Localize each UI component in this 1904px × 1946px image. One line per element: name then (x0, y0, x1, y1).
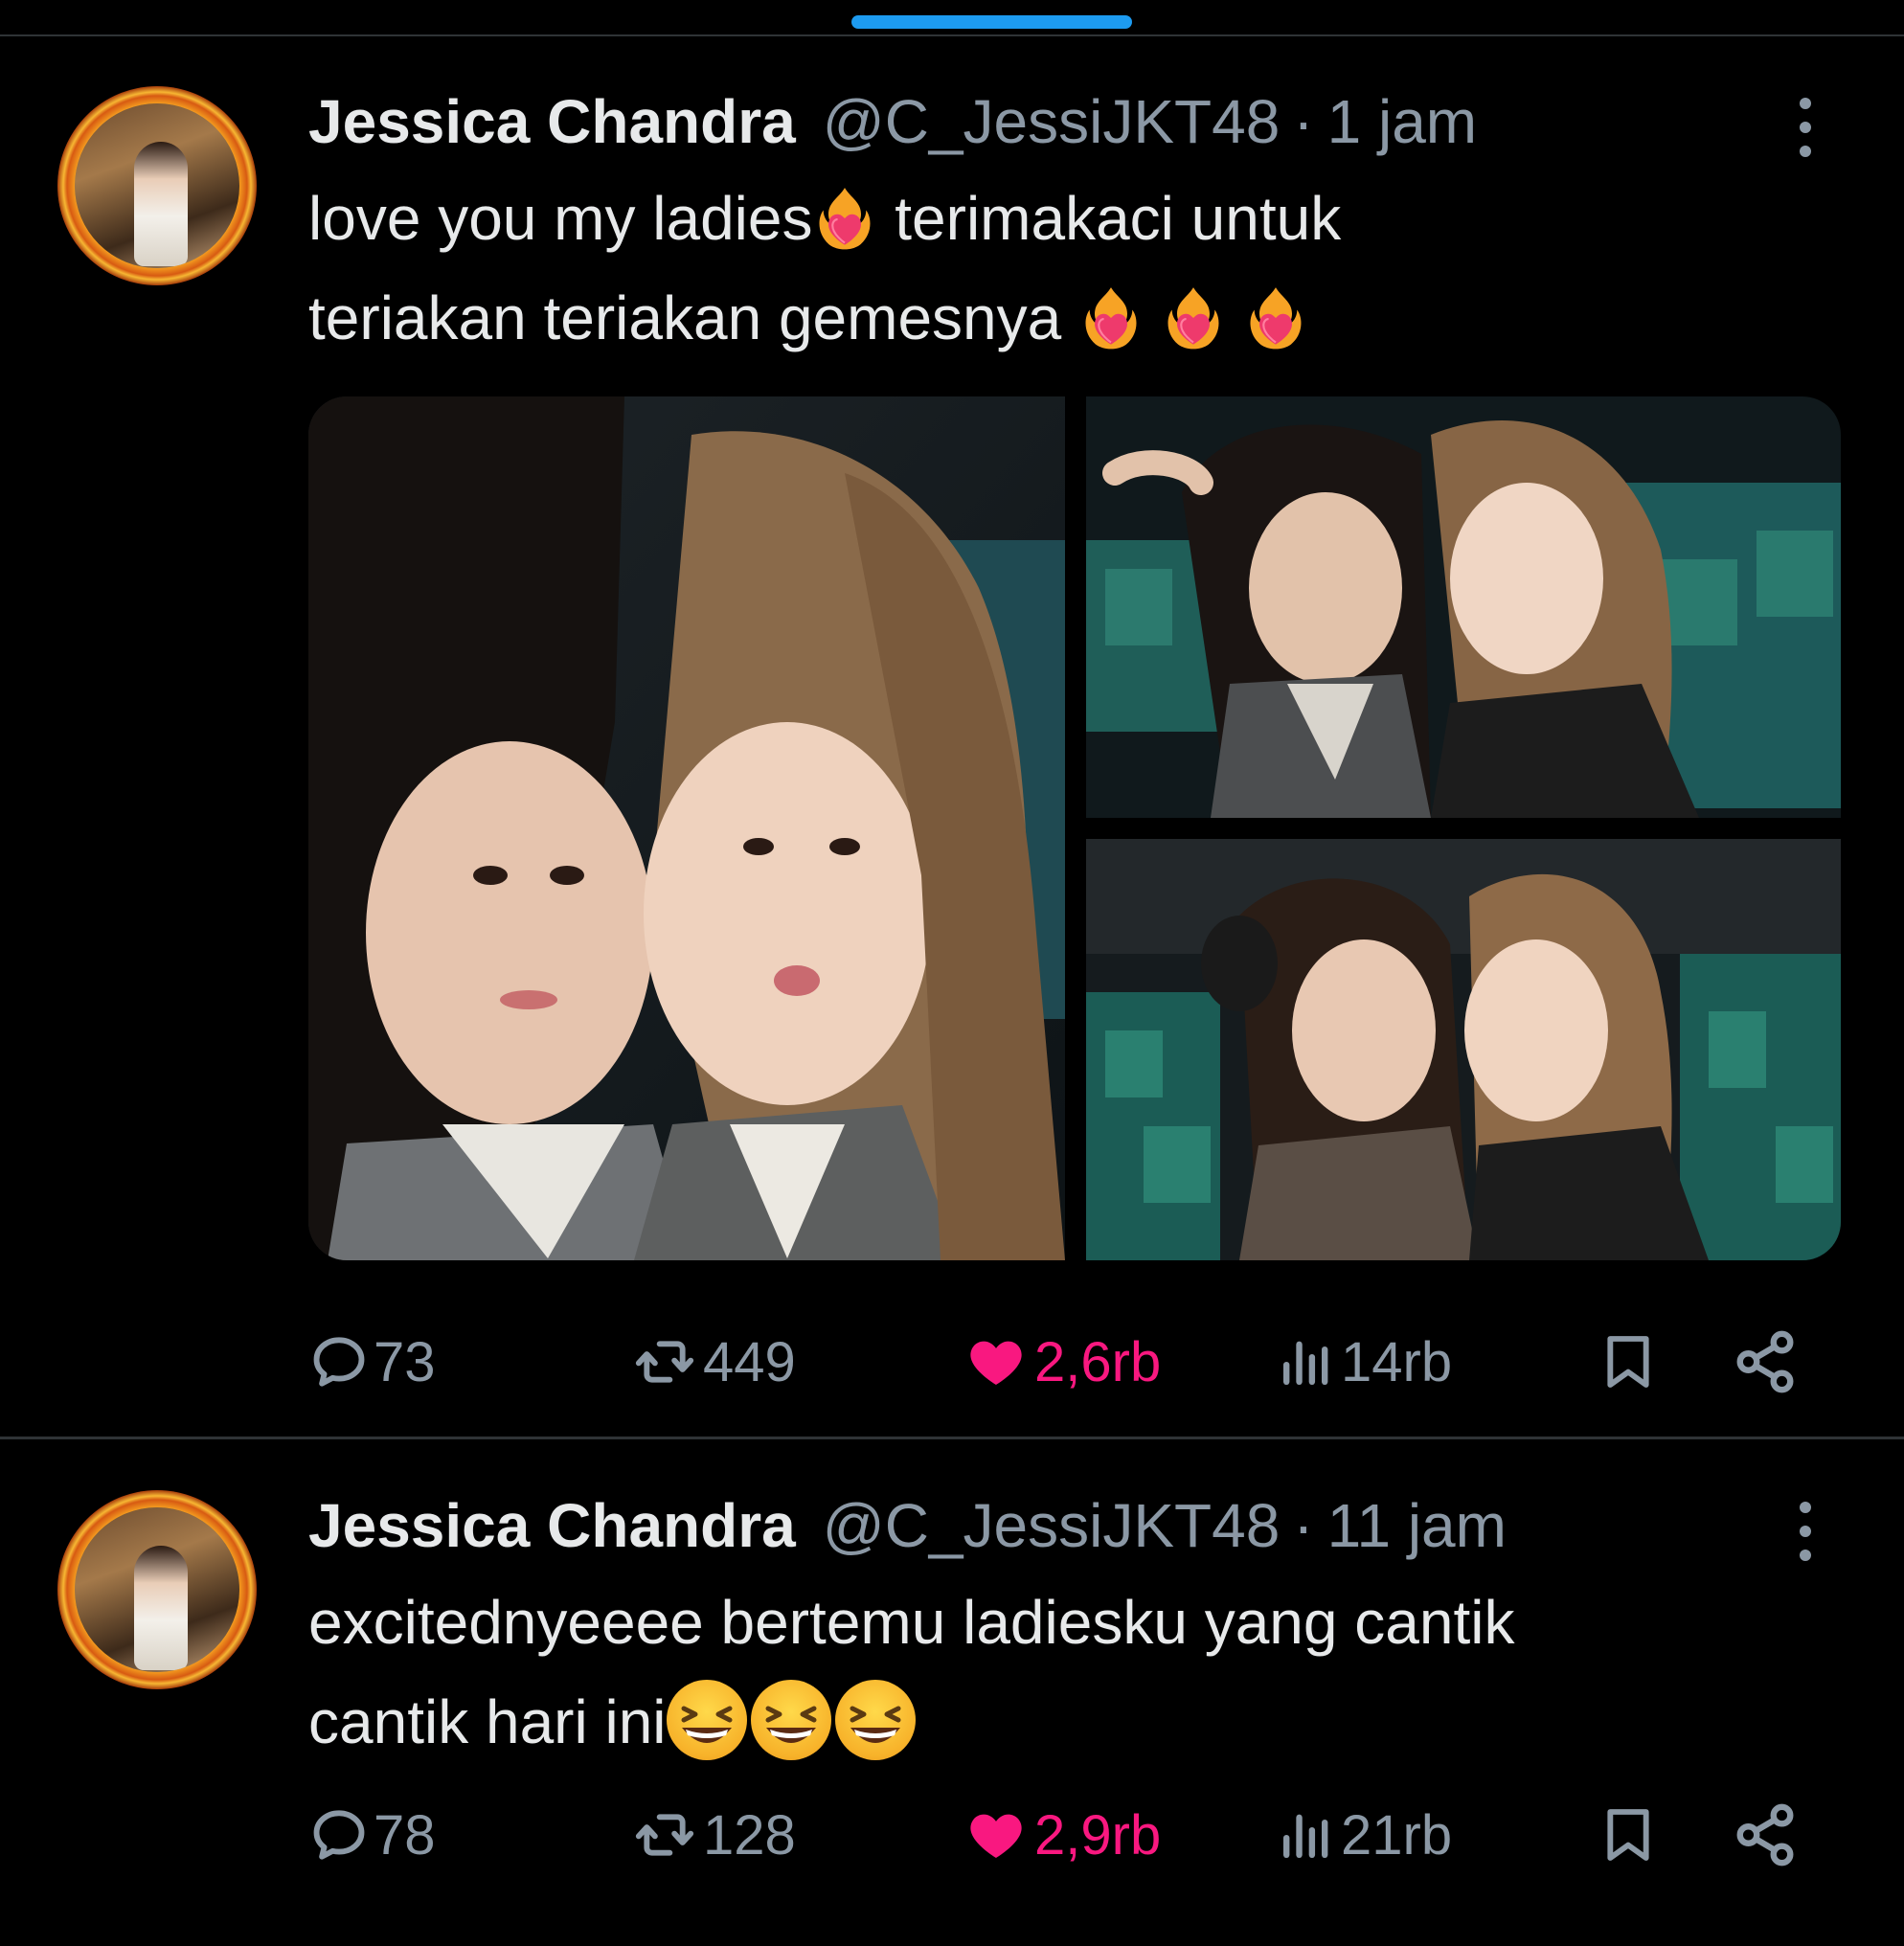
like-count: 2,9rb (1034, 1803, 1162, 1867)
reply-button[interactable]: 78 (308, 1797, 436, 1873)
grinning-squinting-face-emoji (750, 1680, 831, 1760)
heart-icon (962, 1331, 1031, 1392)
heart-icon (962, 1804, 1031, 1866)
author-name[interactable]: Jessica Chandra (308, 1490, 796, 1561)
share-button[interactable] (1732, 1324, 1799, 1400)
like-count: 2,6rb (1034, 1330, 1162, 1393)
author-handle[interactable]: @C_JessiJKT48 (823, 86, 1281, 157)
views-icon (1276, 1331, 1337, 1392)
more-icon[interactable] (1799, 98, 1812, 157)
retweet-button[interactable]: 449 (630, 1324, 796, 1400)
tweet-text-line: cantik hari ini (308, 1687, 667, 1756)
views-count: 21rb (1341, 1803, 1453, 1867)
like-button[interactable]: 2,6rb (962, 1324, 1161, 1400)
reply-button[interactable]: 73 (308, 1324, 436, 1400)
reply-count: 73 (374, 1330, 436, 1393)
retweet-count: 449 (703, 1330, 796, 1393)
views-button[interactable]: 21rb (1276, 1797, 1452, 1873)
separator: · (1293, 87, 1314, 156)
heart-on-fire-emoji (1161, 285, 1226, 351)
like-button[interactable]: 2,9rb (962, 1797, 1161, 1873)
share-icon (1732, 1801, 1799, 1868)
author-name[interactable]: Jessica Chandra (308, 86, 796, 157)
tweet-actions: 78 128 2,9rb 21rb (308, 1797, 1841, 1873)
heart-on-fire-emoji (812, 186, 877, 251)
share-icon (1732, 1328, 1799, 1395)
reply-icon (308, 1804, 370, 1866)
retweet-icon (630, 1331, 699, 1392)
scroll-indicator (851, 15, 1132, 29)
grinning-squinting-face-emoji (834, 1680, 916, 1760)
avatar[interactable] (57, 1490, 257, 1689)
tweet-text: love you my ladies terimakaci untuk teri… (308, 169, 1841, 368)
photo[interactable] (1086, 396, 1841, 818)
views-count: 14rb (1341, 1330, 1453, 1393)
heart-on-fire-emoji (1078, 285, 1144, 351)
avatar-photo (75, 1507, 239, 1672)
tweet-header: Jessica Chandra @C_JessiJKT48 · 11 jam (308, 1490, 1507, 1567)
tweet-text-line: terimakaci untuk (877, 184, 1342, 253)
media-grid (308, 396, 1841, 1260)
tweet-header: Jessica Chandra @C_JessiJKT48 · 1 jam (308, 86, 1477, 163)
timestamp[interactable]: 11 jam (1327, 1490, 1507, 1561)
tweet-text-line: excitednyeeee bertemu ladiesku yang cant… (308, 1588, 1515, 1657)
retweet-icon (630, 1804, 699, 1866)
divider (0, 1437, 1904, 1439)
bookmark-button[interactable] (1598, 1797, 1659, 1873)
bookmark-icon (1598, 1802, 1659, 1867)
retweet-button[interactable]: 128 (630, 1797, 796, 1873)
tweet[interactable]: Jessica Chandra @C_JessiJKT48 · 11 jam e… (0, 1440, 1904, 1946)
photo[interactable] (308, 396, 1065, 1260)
views-button[interactable]: 14rb (1276, 1324, 1452, 1400)
retweet-count: 128 (703, 1803, 796, 1867)
tweet[interactable]: Jessica Chandra @C_JessiJKT48 · 1 jam lo… (0, 36, 1904, 1438)
share-button[interactable] (1732, 1797, 1799, 1873)
grinning-squinting-face-emoji (666, 1680, 747, 1760)
tweet-actions: 73 449 2,6rb 14rb (308, 1324, 1841, 1400)
photo[interactable] (1086, 839, 1841, 1260)
heart-on-fire-emoji (1243, 285, 1308, 351)
separator: · (1293, 1491, 1314, 1560)
bookmark-button[interactable] (1598, 1324, 1659, 1400)
reply-icon (308, 1331, 370, 1392)
reply-count: 78 (374, 1803, 436, 1867)
bookmark-icon (1598, 1329, 1659, 1394)
avatar[interactable] (57, 86, 257, 285)
tweet-text-line: teriakan teriakan gemesnya (308, 283, 1078, 352)
timestamp[interactable]: 1 jam (1327, 86, 1478, 157)
tweet-text-line: love you my ladies (308, 184, 813, 253)
views-icon (1276, 1804, 1337, 1866)
tweet-text: excitednyeeee bertemu ladiesku yang cant… (308, 1573, 1841, 1772)
more-icon[interactable] (1799, 1502, 1812, 1561)
avatar-photo (75, 103, 239, 268)
author-handle[interactable]: @C_JessiJKT48 (823, 1490, 1281, 1561)
